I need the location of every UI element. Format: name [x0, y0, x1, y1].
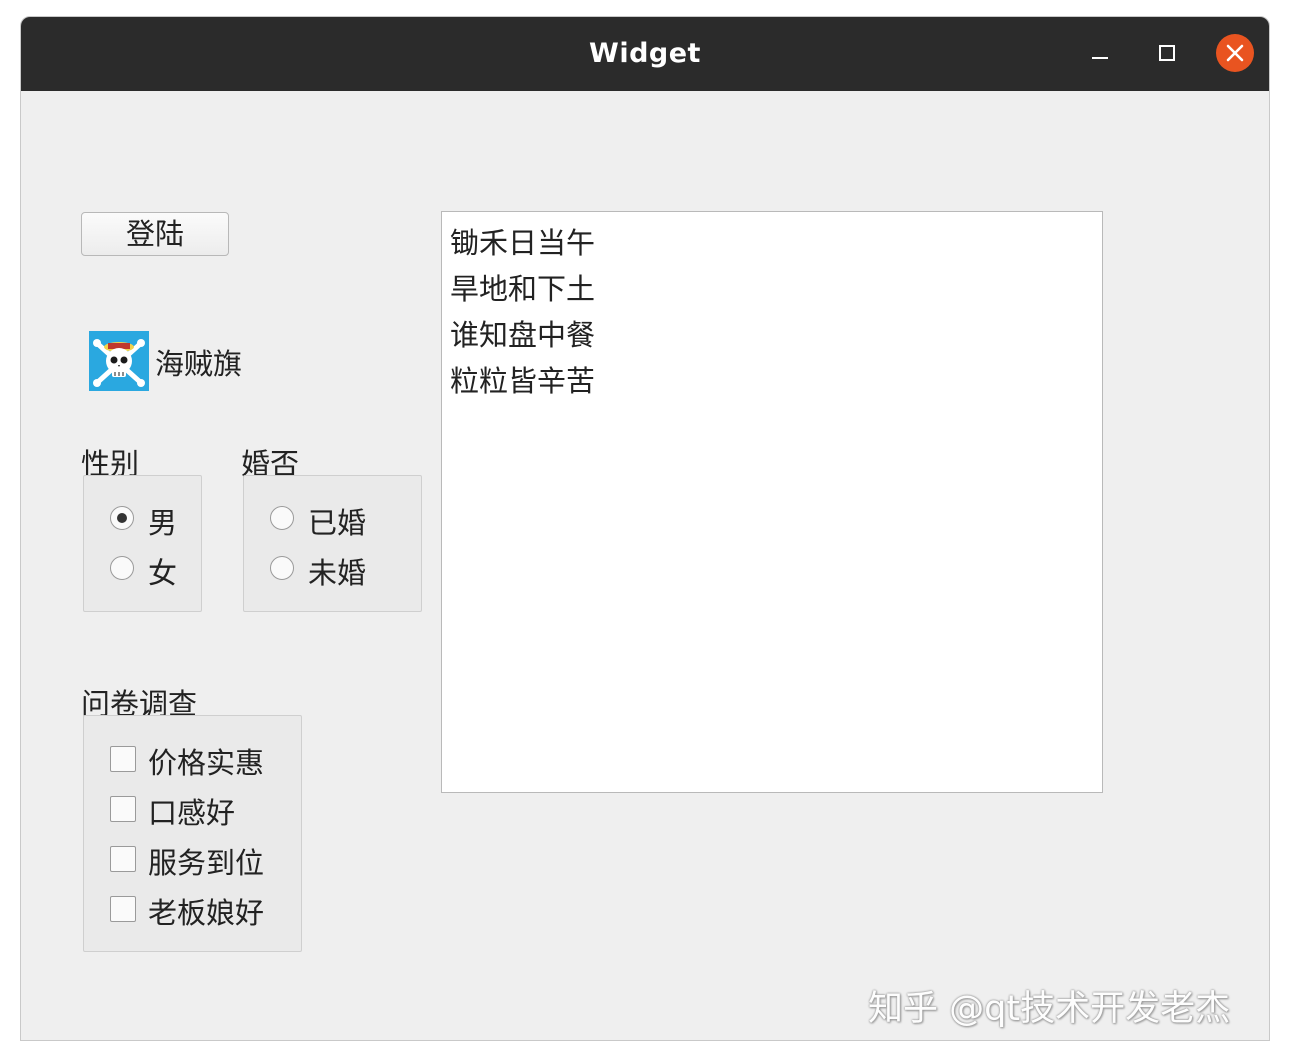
list-item[interactable]: 谁知盘中餐	[450, 312, 595, 354]
checkbox-proprietress-label: 老板娘好	[148, 896, 265, 930]
radio-married-label: 已婚	[308, 506, 367, 540]
radio-male-label: 男	[148, 506, 178, 540]
maximize-icon	[1159, 45, 1175, 61]
title-bar[interactable]: Widget	[21, 17, 1269, 91]
list-item[interactable]: 锄禾日当午	[450, 220, 595, 262]
list-item[interactable]: 粒粒皆辛苦	[450, 358, 595, 400]
main-window: Widget 登陆 海贼旗 性别 男 女 婚否 已婚 未婚 问卷调查 价格实惠 …	[20, 16, 1270, 1041]
watermark: 知乎 @qt技术开发老杰	[868, 989, 1231, 1029]
checkbox-taste-label: 口感好	[148, 796, 236, 830]
minimize-button[interactable]	[1081, 34, 1119, 72]
checkbox-price-label: 价格实惠	[148, 746, 265, 780]
checkbox-service[interactable]	[110, 846, 136, 872]
marriage-group: 已婚 未婚	[243, 475, 422, 612]
survey-group: 价格实惠 口感好 服务到位 老板娘好	[83, 715, 302, 952]
minimize-icon	[1092, 57, 1108, 59]
checkbox-service-label: 服务到位	[148, 846, 265, 880]
checkbox-proprietress[interactable]	[110, 896, 136, 922]
checkbox-price[interactable]	[110, 746, 136, 772]
gender-group: 男 女	[83, 475, 202, 612]
radio-female-label: 女	[148, 556, 178, 590]
widget-content: 登陆 海贼旗 性别 男 女 婚否 已婚 未婚 问卷调查 价格实惠 口感好 服务到…	[21, 91, 1269, 1040]
pirate-flag-label: 海贼旗	[155, 347, 243, 381]
radio-female[interactable]	[110, 556, 134, 580]
checkbox-taste[interactable]	[110, 796, 136, 822]
poem-list[interactable]: 锄禾日当午 旱地和下土 谁知盘中餐 粒粒皆辛苦	[441, 211, 1103, 793]
radio-unmarried-label: 未婚	[308, 556, 367, 590]
close-icon	[1226, 44, 1244, 62]
close-button[interactable]	[1216, 34, 1254, 72]
pirate-flag-icon	[89, 331, 149, 391]
list-item[interactable]: 旱地和下土	[450, 266, 595, 308]
maximize-button[interactable]	[1148, 34, 1186, 72]
login-button[interactable]: 登陆	[81, 212, 229, 256]
radio-unmarried[interactable]	[270, 556, 294, 580]
radio-male[interactable]	[110, 506, 134, 530]
radio-married[interactable]	[270, 506, 294, 530]
